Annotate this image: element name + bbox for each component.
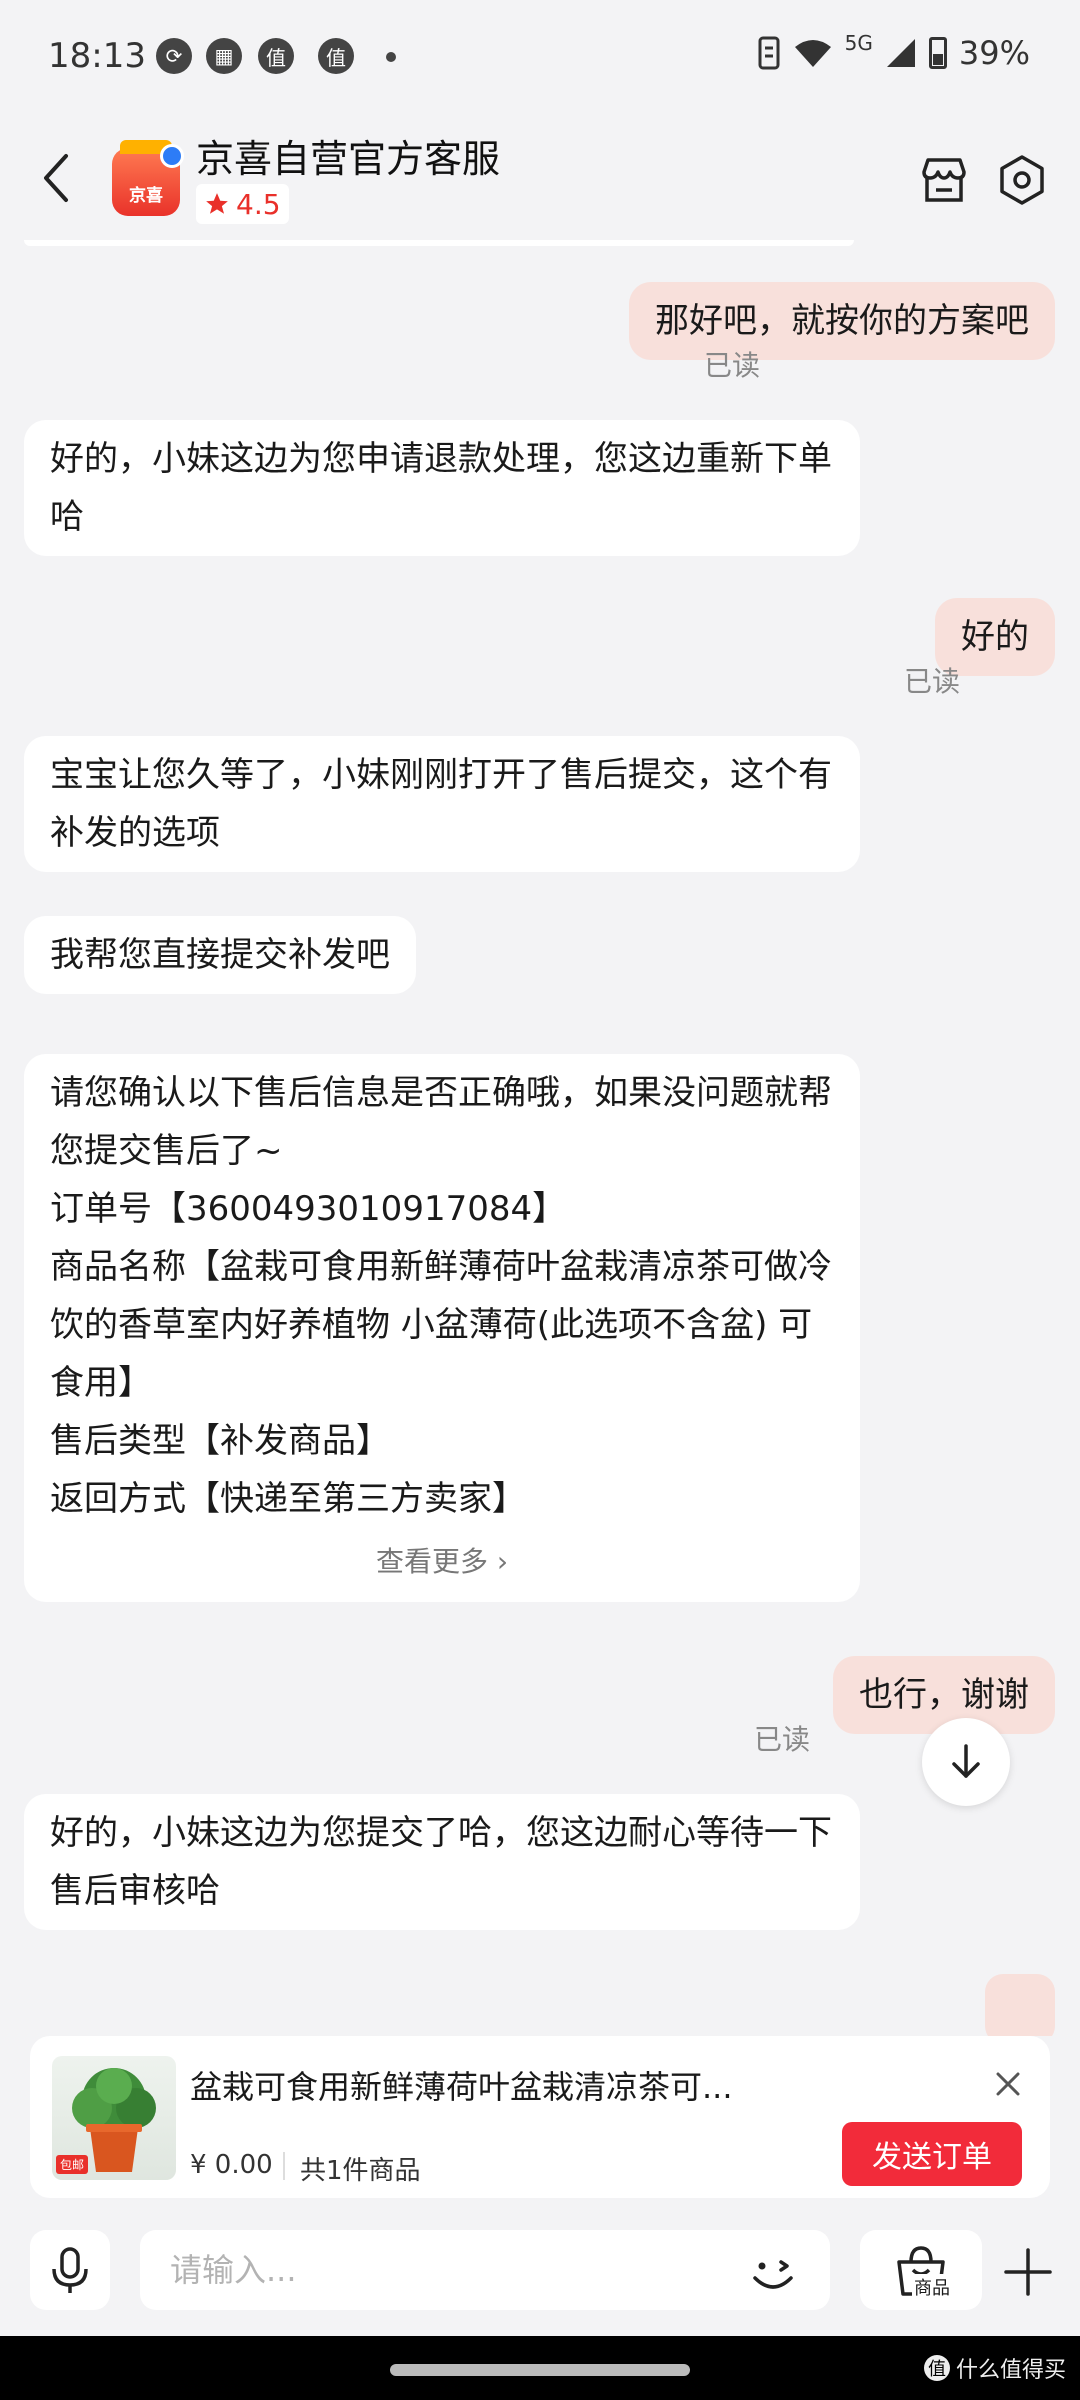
product-title[interactable]: 盆栽可食用新鲜薄荷叶盆栽清凉茶可...: [190, 2062, 840, 2108]
read-receipt: 已读: [903, 665, 960, 698]
store-icon[interactable]: [918, 154, 970, 206]
screen-record-icon: ⟳: [156, 38, 192, 74]
more-notifications-icon: [386, 52, 396, 62]
product-thumbnail[interactable]: 包邮: [52, 2056, 176, 2180]
product-count: 共1件商品: [300, 2156, 421, 2186]
read-receipt: 已读: [753, 1723, 810, 1756]
rating-value: 4.5: [236, 187, 281, 221]
message-bubble-outgoing[interactable]: 也行，谢谢: [833, 1656, 1055, 1734]
star-icon: [206, 193, 228, 214]
goods-button[interactable]: 商品: [860, 2230, 982, 2310]
message-bubble-incoming[interactable]: 好的，小妹这边为您提交了哈，您这边耐心等待一下售后审核哈: [24, 1794, 860, 1930]
confirm-intro: 请您确认以下售后信息是否正确哦，如果没问题就帮您提交售后了~: [50, 1073, 832, 1171]
battery-level: 39%: [958, 34, 1030, 72]
voice-button[interactable]: [30, 2230, 110, 2310]
free-shipping-badge: 包邮: [56, 2155, 89, 2174]
product-card[interactable]: 包邮 盆栽可食用新鲜薄荷叶盆栽清凉茶可... ¥ 0.00 共1件商品 发送订单: [30, 2036, 1050, 2198]
message-input[interactable]: [140, 2230, 830, 2310]
calendar-icon: ▦: [206, 38, 242, 74]
wifi-icon: [794, 40, 831, 67]
message-bubble-outgoing-partial: [985, 1974, 1055, 2036]
message-bubble-incoming[interactable]: 我帮您直接提交补发吧: [24, 916, 416, 994]
product-name: 商品名称【盆栽可食用新鲜薄荷叶盆栽清凉茶可做冷饮的香草室内好养植物 小盆薄荷(此…: [50, 1247, 832, 1403]
close-icon[interactable]: [988, 2064, 1028, 2104]
goods-label: 商品: [912, 2274, 952, 2300]
shop-logo-text: 京喜: [129, 186, 163, 206]
chat-screen: 18:13 ⟳ ▦ 值 值 5G 39% 京喜 京喜自营官方客服 4.5 那好吧…: [0, 0, 1080, 2400]
return-method: 返回方式【快递至第三方卖家】: [50, 1479, 526, 1519]
message-bubble-incoming[interactable]: 好的，小妹这边为您申请退款处理，您这边重新下单哈: [24, 420, 860, 556]
emoji-icon[interactable]: [745, 2244, 801, 2300]
shop-name: 京喜自营官方客服: [196, 137, 501, 181]
product-price: ¥ 0.00: [190, 2150, 273, 2180]
watermark-text: 什么值得买: [955, 2358, 1066, 2383]
message-bubble-outgoing[interactable]: 那好吧，就按你的方案吧: [629, 282, 1055, 360]
zhi-app-icon: 值: [258, 38, 294, 74]
chat-header: 京喜 京喜自营官方客服 4.5: [0, 118, 1080, 246]
after-sales-type: 售后类型【补发商品】: [50, 1421, 390, 1461]
read-receipt: 已读: [703, 349, 760, 382]
home-gesture-handle[interactable]: [390, 2364, 690, 2376]
order-number: 订单号【3600493010917084】: [50, 1189, 567, 1229]
plus-icon[interactable]: [1000, 2244, 1056, 2300]
chat-messages[interactable]: 那好吧，就按你的方案吧 已读 好的，小妹这边为您申请退款处理，您这边重新下单哈 …: [0, 240, 1080, 2036]
vibrate-icon: [758, 36, 780, 70]
verified-badge-icon: [160, 144, 184, 168]
status-bar: 18:13 ⟳ ▦ 值 值 5G 39%: [0, 0, 1080, 118]
microphone-icon: [52, 2247, 88, 2293]
status-time: 18:13: [48, 36, 146, 76]
battery-icon: [928, 37, 947, 69]
divider: [283, 2152, 285, 2180]
settings-icon[interactable]: [996, 154, 1048, 206]
message-bubble-incoming[interactable]: 宝宝让您久等了，小妹刚刚打开了售后提交，这个有补发的选项: [24, 736, 860, 872]
watermark-logo: 值: [923, 2355, 950, 2381]
send-order-button[interactable]: 发送订单: [842, 2122, 1022, 2186]
scroll-to-bottom-button[interactable]: [922, 1718, 1010, 1806]
after-sales-confirmation[interactable]: 请您确认以下售后信息是否正确哦，如果没问题就帮您提交售后了~ 订单号【36004…: [24, 1054, 860, 1602]
input-bar: 商品: [0, 2214, 1080, 2334]
signal-icon: [886, 39, 915, 67]
view-more-link[interactable]: 查看更多 ›: [50, 1536, 834, 1588]
watermark: 值 什么值得买: [923, 2352, 1066, 2384]
shop-logo[interactable]: 京喜: [112, 140, 184, 216]
zhi-app-icon: 值: [318, 38, 354, 74]
network-type: 5G: [844, 31, 873, 55]
back-arrow-icon[interactable]: [32, 148, 82, 208]
system-nav-bar: 值 什么值得买: [0, 2336, 1080, 2400]
arrow-down-icon: [952, 1744, 980, 1778]
shop-rating: 4.5: [196, 184, 289, 224]
